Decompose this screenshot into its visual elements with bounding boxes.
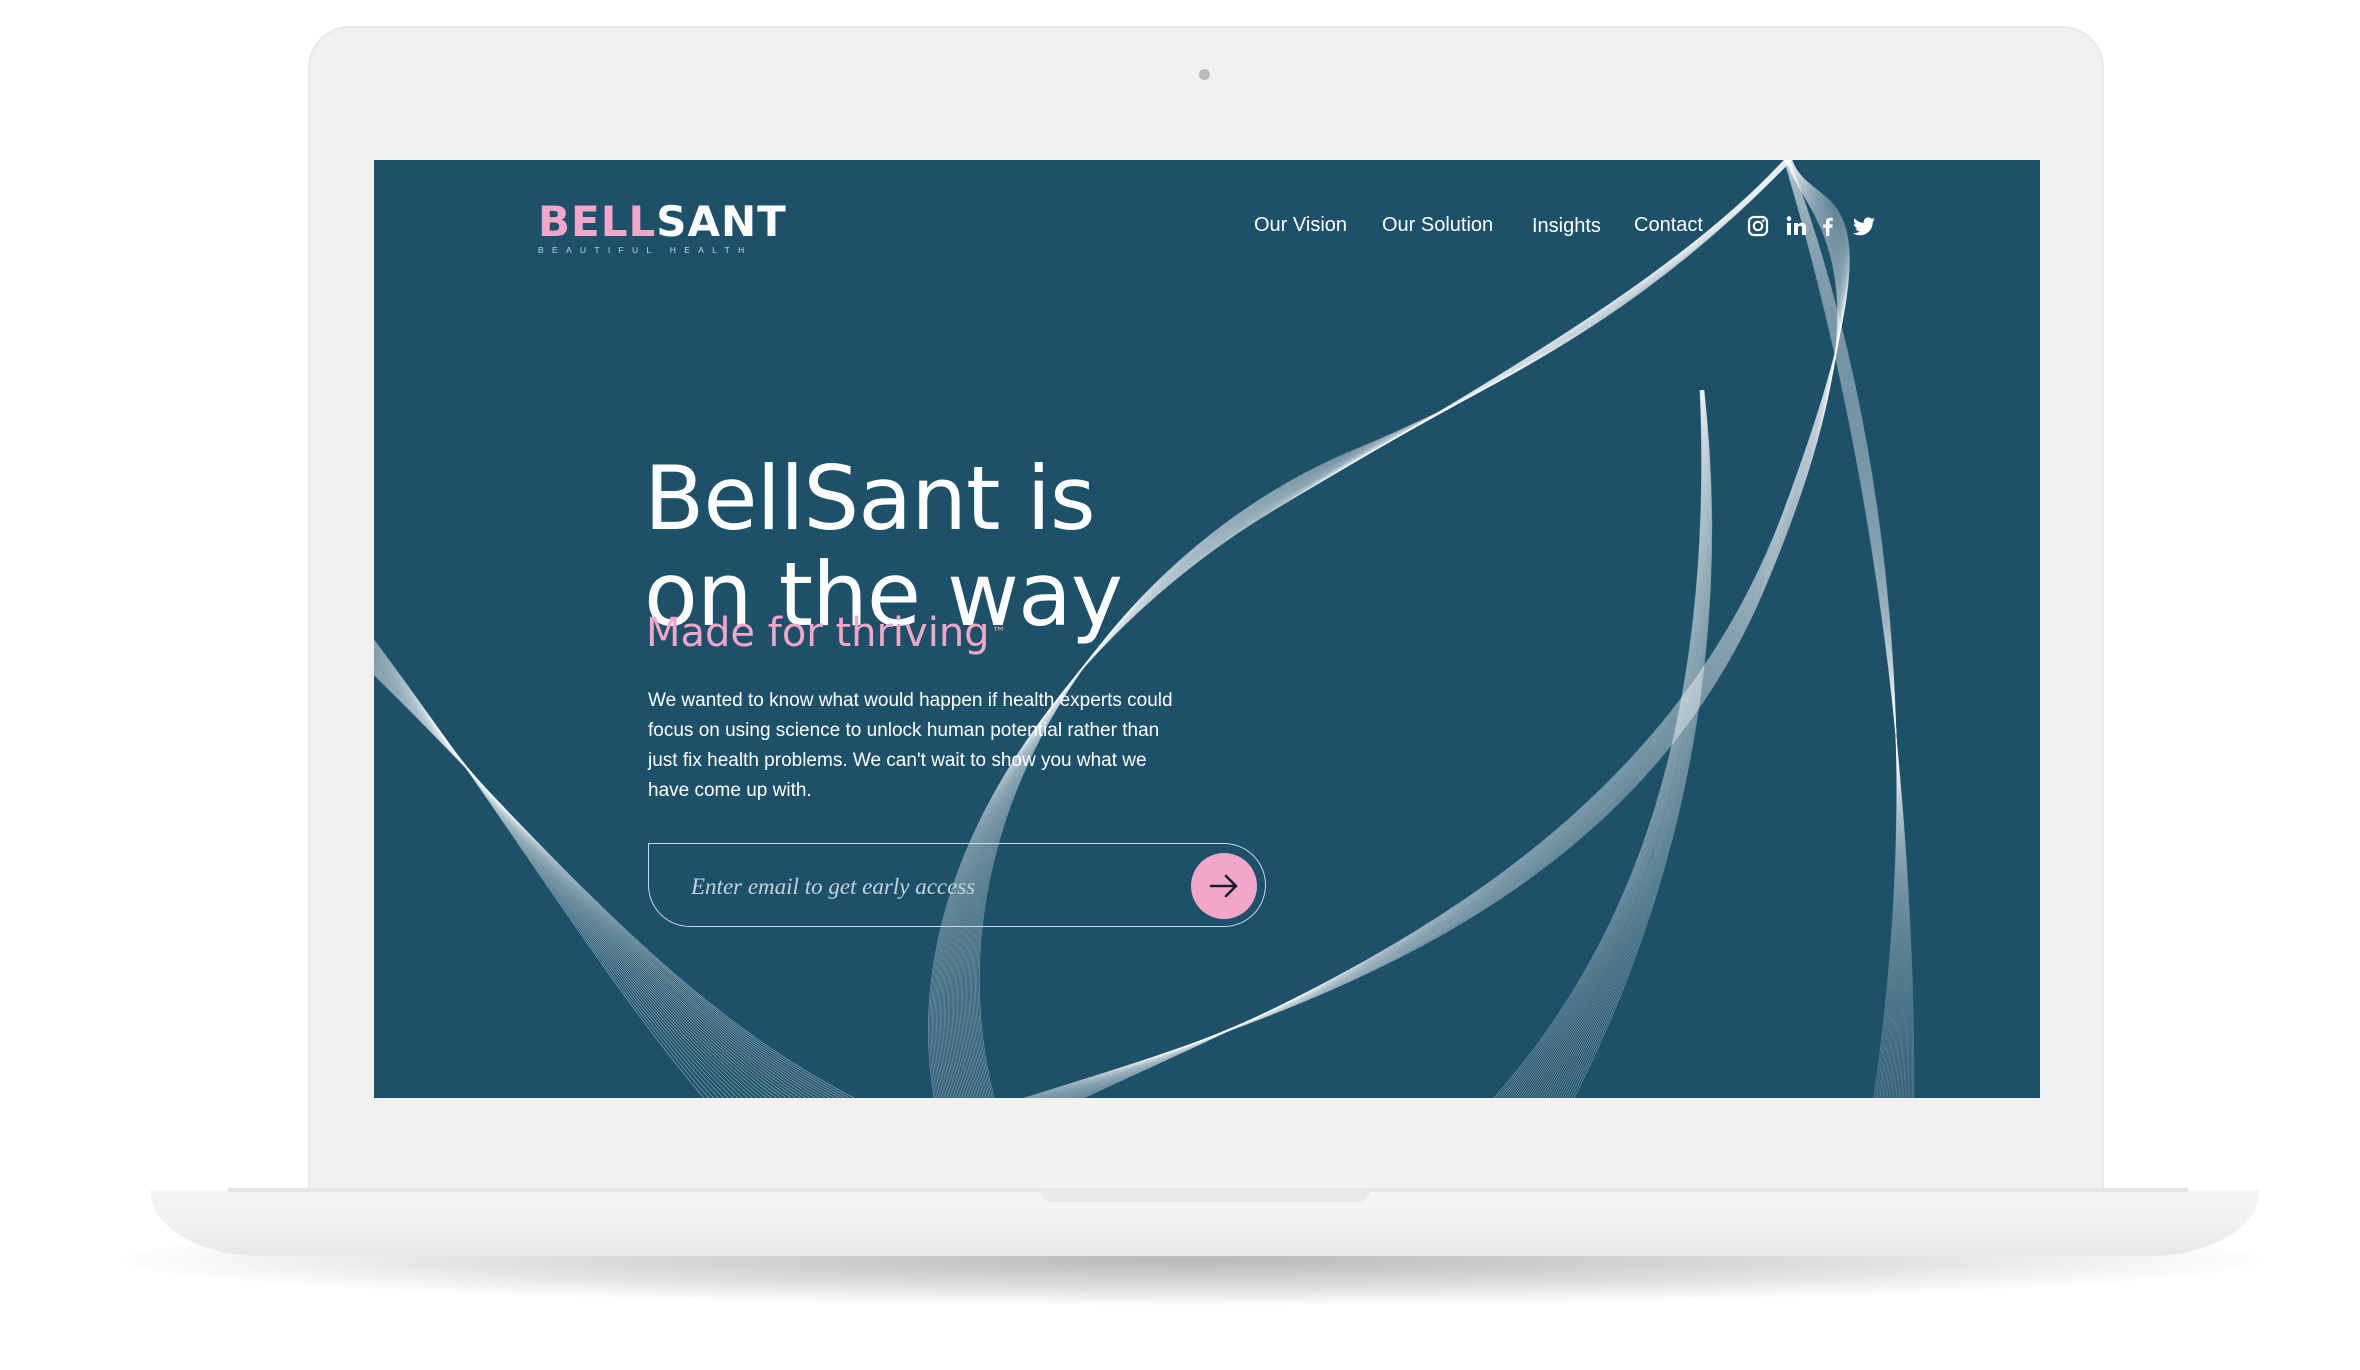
logo-wordmark: BELLSANT: [538, 197, 786, 246]
submit-email-button[interactable]: [1191, 853, 1257, 919]
early-access-form: [648, 843, 1266, 927]
logo-wordmark-sant: SANT: [656, 197, 787, 246]
nav-link-our-solution[interactable]: Our Solution: [1382, 214, 1493, 237]
hero-description: We wanted to know what would happen if h…: [648, 690, 1173, 801]
trademark-symbol: ™: [991, 625, 1006, 641]
email-input[interactable]: [689, 866, 1173, 908]
hero-subheading: Made for thriving ™: [646, 608, 1006, 658]
facebook-icon[interactable]: [1816, 214, 1840, 238]
arrow-right-icon: [1209, 874, 1238, 898]
hero-headline-line-1: BellSant is: [644, 446, 1096, 550]
webcam-dot: [1199, 69, 1210, 80]
nav-link-contact[interactable]: Contact: [1634, 214, 1703, 237]
linkedin-icon[interactable]: [1784, 214, 1808, 238]
nav-link-our-vision[interactable]: Our Vision: [1254, 214, 1347, 237]
instagram-icon[interactable]: [1746, 214, 1770, 238]
hero-subheading-text: Made for thriving: [646, 610, 990, 656]
laptop-mockup: BELLSANT BEAUTIFUL HEALTH Our Vision Our…: [0, 0, 2360, 1370]
bellsant-logo[interactable]: BELLSANT BEAUTIFUL HEALTH: [538, 197, 786, 260]
nav-link-insights[interactable]: Insights: [1532, 215, 1601, 238]
logo-wordmark-bell: BELL: [538, 197, 657, 246]
website-screen: BELLSANT BEAUTIFUL HEALTH Our Vision Our…: [374, 160, 2040, 1098]
logo-tagline: BEAUTIFUL HEALTH: [538, 245, 753, 255]
laptop-opening-notch: [1040, 1190, 1370, 1202]
twitter-icon[interactable]: [1852, 214, 1876, 238]
